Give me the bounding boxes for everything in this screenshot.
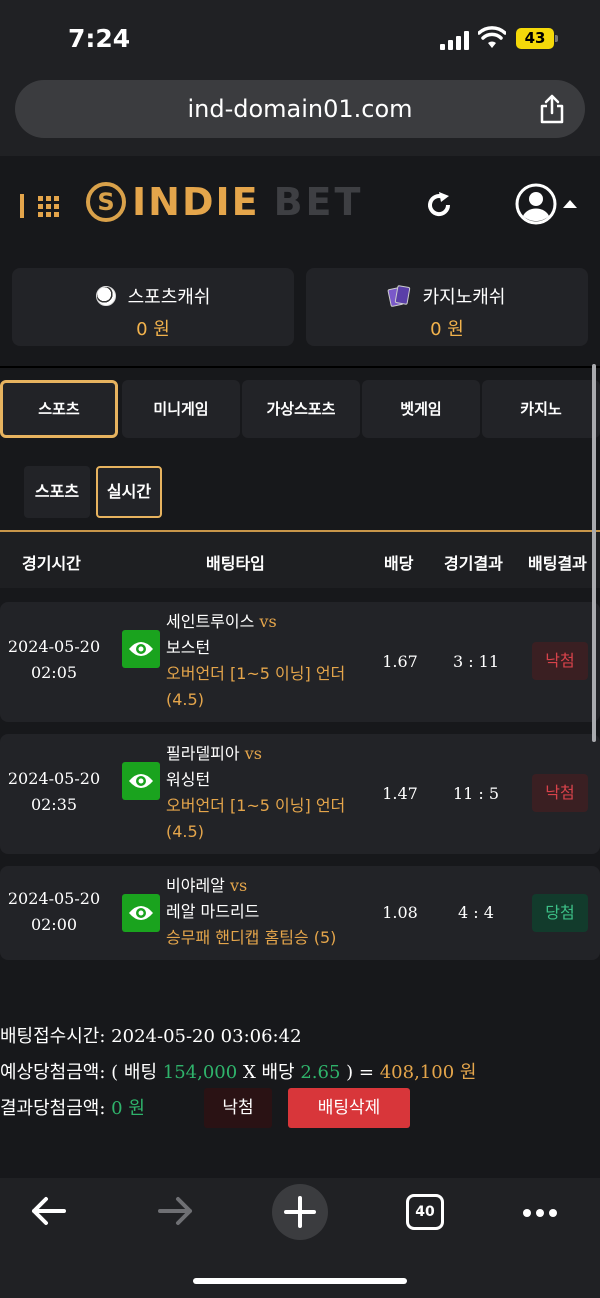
forward-arrow-icon[interactable]	[156, 1196, 194, 1226]
site-header: INDIE BET	[0, 156, 600, 256]
row-bet-info: 비야레알 vs 레알 마드리드 승무패 핸디캡 홈팀승 (5)	[166, 873, 336, 951]
home-team: 비야레알	[166, 876, 225, 895]
playing-cards-icon	[386, 285, 411, 308]
away-team: 레알 마드리드	[166, 902, 260, 921]
subtab-sports[interactable]: 스포츠	[24, 466, 90, 518]
result-badge: 낙첨	[532, 642, 588, 680]
casino-cash-value: 0 원	[430, 319, 464, 340]
eye-icon[interactable]	[122, 762, 160, 800]
row-odds: 1.47	[382, 784, 418, 803]
delete-bet-button[interactable]: 배팅삭제	[288, 1088, 410, 1128]
cellular-signal-icon	[440, 30, 470, 50]
chevron-up-icon[interactable]	[563, 200, 577, 208]
result-payout: 결과당첨금액: 0 원	[0, 1098, 145, 1119]
sports-cash-label: 스포츠캐쉬	[127, 287, 211, 308]
tab-switcher-button[interactable]: 40	[406, 1194, 444, 1230]
subtab-live[interactable]: 실시간	[96, 466, 162, 518]
plus-icon	[284, 1196, 316, 1228]
header-match-time: 경기시간	[22, 554, 81, 573]
row-score: 4 : 4	[458, 903, 494, 922]
category-tabs: 스포츠 미니게임 가상스포츠 벳게임 카지노	[0, 378, 600, 440]
table-row: 2024-05-20 02:00 비야레알 vs 레알 마드리드 승무패 핸디캡 …	[0, 866, 600, 960]
bet-type: 오버언더 [1~5 이닝] 언더	[166, 796, 346, 815]
share-icon[interactable]	[539, 94, 565, 124]
clock: 7:24	[68, 24, 131, 53]
bet-type: 오버언더 [1~5 이닝] 언더	[166, 664, 346, 683]
address-bar[interactable]: ind-domain01.com	[15, 80, 585, 138]
row-odds: 1.67	[382, 652, 418, 671]
row-date: 2024-05-20 02:00	[7, 889, 101, 934]
row-score: 11 : 5	[452, 784, 500, 803]
header-match-result: 경기결과	[444, 554, 503, 573]
away-team: 보스턴	[166, 638, 211, 657]
browser-bottom-bar: 40	[0, 1178, 600, 1298]
casino-cash-card: 카지노캐쉬 0 원	[306, 268, 588, 346]
sports-cash-value: 0 원	[136, 319, 170, 340]
tab-virtual-sports[interactable]: 가상스포츠	[242, 380, 360, 438]
tab-minigame[interactable]: 미니게임	[122, 380, 240, 438]
back-arrow-icon[interactable]	[30, 1196, 68, 1226]
away-team: 워싱턴	[166, 770, 211, 789]
home-indicator[interactable]	[193, 1278, 407, 1284]
row-score: 3 : 11	[452, 652, 500, 671]
eye-icon[interactable]	[122, 894, 160, 932]
menu-grid-icon[interactable]	[20, 192, 64, 220]
row-bet-info: 세인트루이스 vs 보스턴 오버언더 [1~5 이닝] 언더 (4.5)	[166, 612, 346, 709]
battery-icon: 43	[516, 28, 558, 49]
user-avatar-icon[interactable]	[514, 182, 558, 226]
new-tab-button[interactable]	[272, 1184, 328, 1240]
site-logo[interactable]: INDIE BET	[86, 178, 363, 226]
refresh-icon[interactable]	[424, 190, 454, 220]
main-content: 스포츠캐쉬 0 원 카지노캐쉬 0 원 스포츠 미니게임 가상스포츠 벳게임 카…	[0, 256, 600, 1178]
table-row: 2024-05-20 02:35 필라델피아 vs 워싱턴 오버언더 [1~5 이…	[0, 734, 600, 854]
row-date: 2024-05-20 02:05	[7, 637, 101, 682]
logo-indie-text: INDIE	[132, 180, 260, 224]
url-text[interactable]: ind-domain01.com	[15, 95, 585, 123]
received-time: 배팅접수시간: 2024-05-20 03:06:42	[0, 1026, 302, 1047]
bet-status-button[interactable]: 낙첨	[204, 1088, 272, 1128]
logo-bet-text: BET	[273, 180, 364, 224]
table-row: 2024-05-20 02:05 세인트루이스 vs 보스턴 오버언더 [1~5 …	[0, 602, 600, 722]
sports-cash-card: 스포츠캐쉬 0 원	[12, 268, 294, 346]
casino-cash-label: 카지노캐쉬	[422, 287, 506, 308]
header-odds: 배당	[384, 554, 414, 573]
scrollbar[interactable]	[592, 364, 596, 742]
expected-payout: 예상당첨금액: ( 배팅 154,000 X 배당 2.65 ) = 408,1…	[0, 1062, 477, 1083]
table-header: 경기시간 배팅타입 배당 경기결과 배팅결과	[0, 532, 600, 588]
wifi-icon	[478, 26, 506, 48]
row-bet-info: 필라델피아 vs 워싱턴 오버언더 [1~5 이닝] 언더 (4.5)	[166, 744, 346, 841]
browser-toolbar: ind-domain01.com	[0, 78, 600, 156]
bet-type: 승무패 핸디캡 홈팀승 (5)	[166, 928, 337, 947]
result-badge: 당첨	[532, 894, 588, 932]
header-bet-type: 배팅타입	[206, 554, 265, 573]
soccer-ball-icon	[95, 286, 116, 306]
tab-sports[interactable]: 스포츠	[0, 380, 118, 438]
row-odds: 1.08	[382, 903, 418, 922]
more-options-icon[interactable]	[522, 1208, 558, 1218]
tab-casino[interactable]: 카지노	[482, 380, 600, 438]
status-bar: 7:24 43	[0, 0, 600, 78]
home-team: 필라델피아	[166, 744, 240, 763]
row-date: 2024-05-20 02:35	[7, 769, 101, 814]
result-badge: 낙첨	[532, 774, 588, 812]
tab-betgame[interactable]: 벳게임	[362, 380, 480, 438]
home-team: 세인트루이스	[166, 612, 255, 631]
header-bet-result: 배팅결과	[528, 554, 587, 573]
logo-coin-icon	[86, 182, 126, 222]
eye-icon[interactable]	[122, 630, 160, 668]
divider	[0, 366, 600, 368]
